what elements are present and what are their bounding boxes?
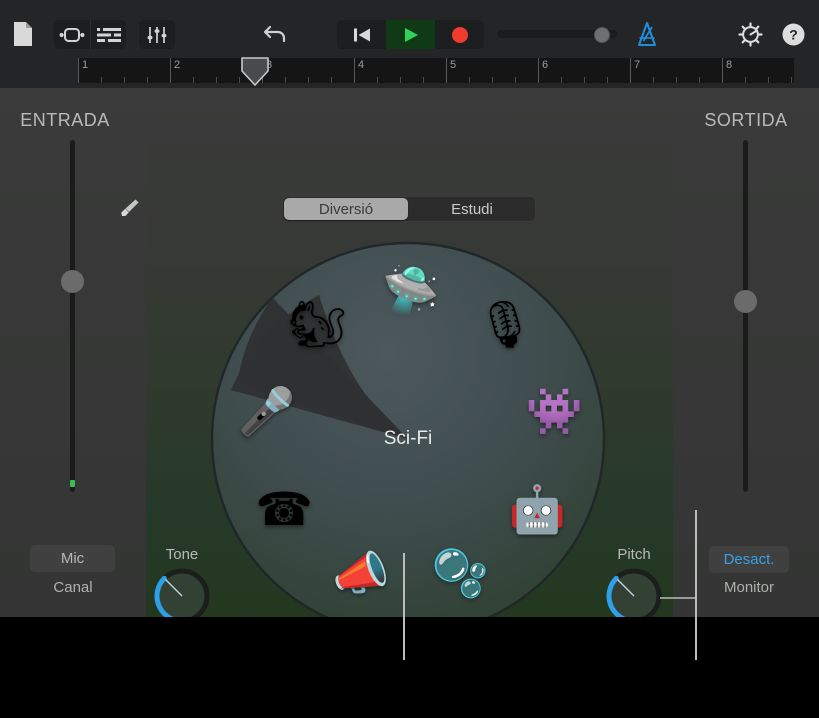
input-level-meter <box>70 480 75 487</box>
volume-thumb[interactable] <box>594 27 610 43</box>
ruler-sub-tick <box>423 77 424 83</box>
output-slider-thumb[interactable] <box>734 290 757 313</box>
transport-controls <box>337 20 484 49</box>
monitor-button-label: Desact. <box>723 551 775 568</box>
ruler-bar-number: 6 <box>542 59 549 71</box>
master-volume-slider[interactable] <box>497 27 617 43</box>
svg-text:?: ? <box>789 27 798 43</box>
ruler-sub-tick <box>216 77 217 83</box>
gear-icon[interactable] <box>738 22 763 47</box>
undo-icon[interactable] <box>262 20 290 48</box>
tab-diversio[interactable]: Diversió <box>284 198 408 220</box>
callout-line-left <box>403 553 405 660</box>
help-icon[interactable]: ? <box>782 23 805 46</box>
ruler-sub-tick <box>193 77 194 83</box>
input-slider-thumb[interactable] <box>61 270 84 293</box>
top-toolbar: ? <box>0 0 819 55</box>
output-level-slider[interactable] <box>734 140 757 492</box>
input-slider-track <box>70 140 75 492</box>
ruler-sub-tick <box>308 77 309 83</box>
play-button[interactable] <box>386 20 435 49</box>
ruler-bar-tick <box>722 58 723 83</box>
record-button[interactable] <box>435 20 484 49</box>
ruler-sub-tick <box>492 77 493 83</box>
ruler-bar-tick <box>538 58 539 83</box>
ruler-sub-tick <box>101 77 102 83</box>
bubbles-helium-icon[interactable]: 🫧 <box>432 550 489 602</box>
playhead[interactable] <box>240 55 270 88</box>
robot-icon[interactable]: 🤖 <box>508 486 565 538</box>
ruler-sub-tick <box>515 77 516 83</box>
ruler-sub-tick <box>124 77 125 83</box>
ruler-sub-tick <box>607 77 608 83</box>
ruler-sub-tick <box>584 77 585 83</box>
tone-knob-label: Tone <box>165 546 199 563</box>
ruler-sub-tick <box>285 77 286 83</box>
telephone-icon[interactable]: ☎ <box>256 486 313 538</box>
ruler-bar-tick <box>78 58 79 83</box>
audio-jack-icon <box>120 198 140 225</box>
microphone-clean-icon[interactable]: 🎙 <box>476 301 534 353</box>
ruler-bar-number: 8 <box>726 59 733 71</box>
garageband-window: ? 12345678 + ENTRADA <box>0 0 819 718</box>
pitch-knob[interactable] <box>604 566 664 617</box>
input-level-slider[interactable] <box>61 140 84 492</box>
track-list-icon[interactable] <box>90 20 126 49</box>
ruler-bar: 12345678 + <box>0 55 819 136</box>
ruler-bar-number: 1 <box>82 59 89 71</box>
vintage-mic-icon[interactable]: 🎤 <box>238 388 295 440</box>
ruler-sub-tick <box>147 77 148 83</box>
callout-line-right <box>695 510 697 660</box>
output-slider-track <box>743 140 748 492</box>
channel-label: Canal <box>53 579 93 596</box>
monitor-connector <box>660 597 696 599</box>
sound-library-icon[interactable] <box>54 20 90 49</box>
output-panel-title: SORTIDA <box>704 110 788 130</box>
squirrel-icon[interactable]: 🐿 <box>288 301 346 353</box>
ruler-bar-tick <box>354 58 355 83</box>
monster-icon[interactable]: 👾 <box>526 388 583 440</box>
document-icon[interactable] <box>12 21 34 47</box>
category-tabs: Diversió Estudi <box>282 196 536 222</box>
monitor-button[interactable]: Desact. <box>709 546 789 573</box>
ruler-sub-tick <box>676 77 677 83</box>
ruler-bar-number: 4 <box>358 59 365 71</box>
ruler-bar-tick <box>170 58 171 83</box>
tone-knob[interactable] <box>152 566 212 617</box>
channel-button[interactable]: Mic <box>30 545 115 572</box>
tab-estudi[interactable]: Estudi <box>410 198 534 220</box>
ufo-sci-fi-icon[interactable]: 🛸 <box>382 267 439 319</box>
ruler-sub-tick <box>561 77 562 83</box>
megaphone-icon[interactable]: 📣 <box>332 550 389 602</box>
ruler-sub-tick <box>653 77 654 83</box>
ruler-bar-number: 7 <box>634 59 641 71</box>
mixer-controls-icon[interactable] <box>139 20 175 49</box>
ruler-sub-tick <box>469 77 470 83</box>
ruler-sub-tick <box>331 77 332 83</box>
metronome-icon[interactable] <box>634 20 660 48</box>
ruler-bar-tick <box>446 58 447 83</box>
timeline-ruler[interactable]: 12345678 <box>78 58 794 83</box>
effect-wheel[interactable]: Sci-Fi 🛸 🎙 👾 🤖 🫧 📣 ☎ 🎤 🐿 <box>209 240 607 617</box>
ruler-sub-tick <box>699 77 700 83</box>
ruler-sub-tick <box>400 77 401 83</box>
ruler-sub-tick <box>791 77 792 83</box>
ruler-bar-tick <box>630 58 631 83</box>
ruler-sub-tick <box>768 77 769 83</box>
pitch-knob-label: Pitch <box>617 546 651 563</box>
ruler-sub-tick <box>745 77 746 83</box>
ruler-sub-tick <box>377 77 378 83</box>
input-panel-title: ENTRADA <box>20 110 110 130</box>
rewind-to-start-icon[interactable] <box>337 20 386 49</box>
ruler-bar-number: 2 <box>174 59 181 71</box>
view-toggle-group <box>54 20 126 49</box>
input-panel: ENTRADA Mic Canal <box>0 88 146 617</box>
ruler-bar-number: 5 <box>450 59 457 71</box>
